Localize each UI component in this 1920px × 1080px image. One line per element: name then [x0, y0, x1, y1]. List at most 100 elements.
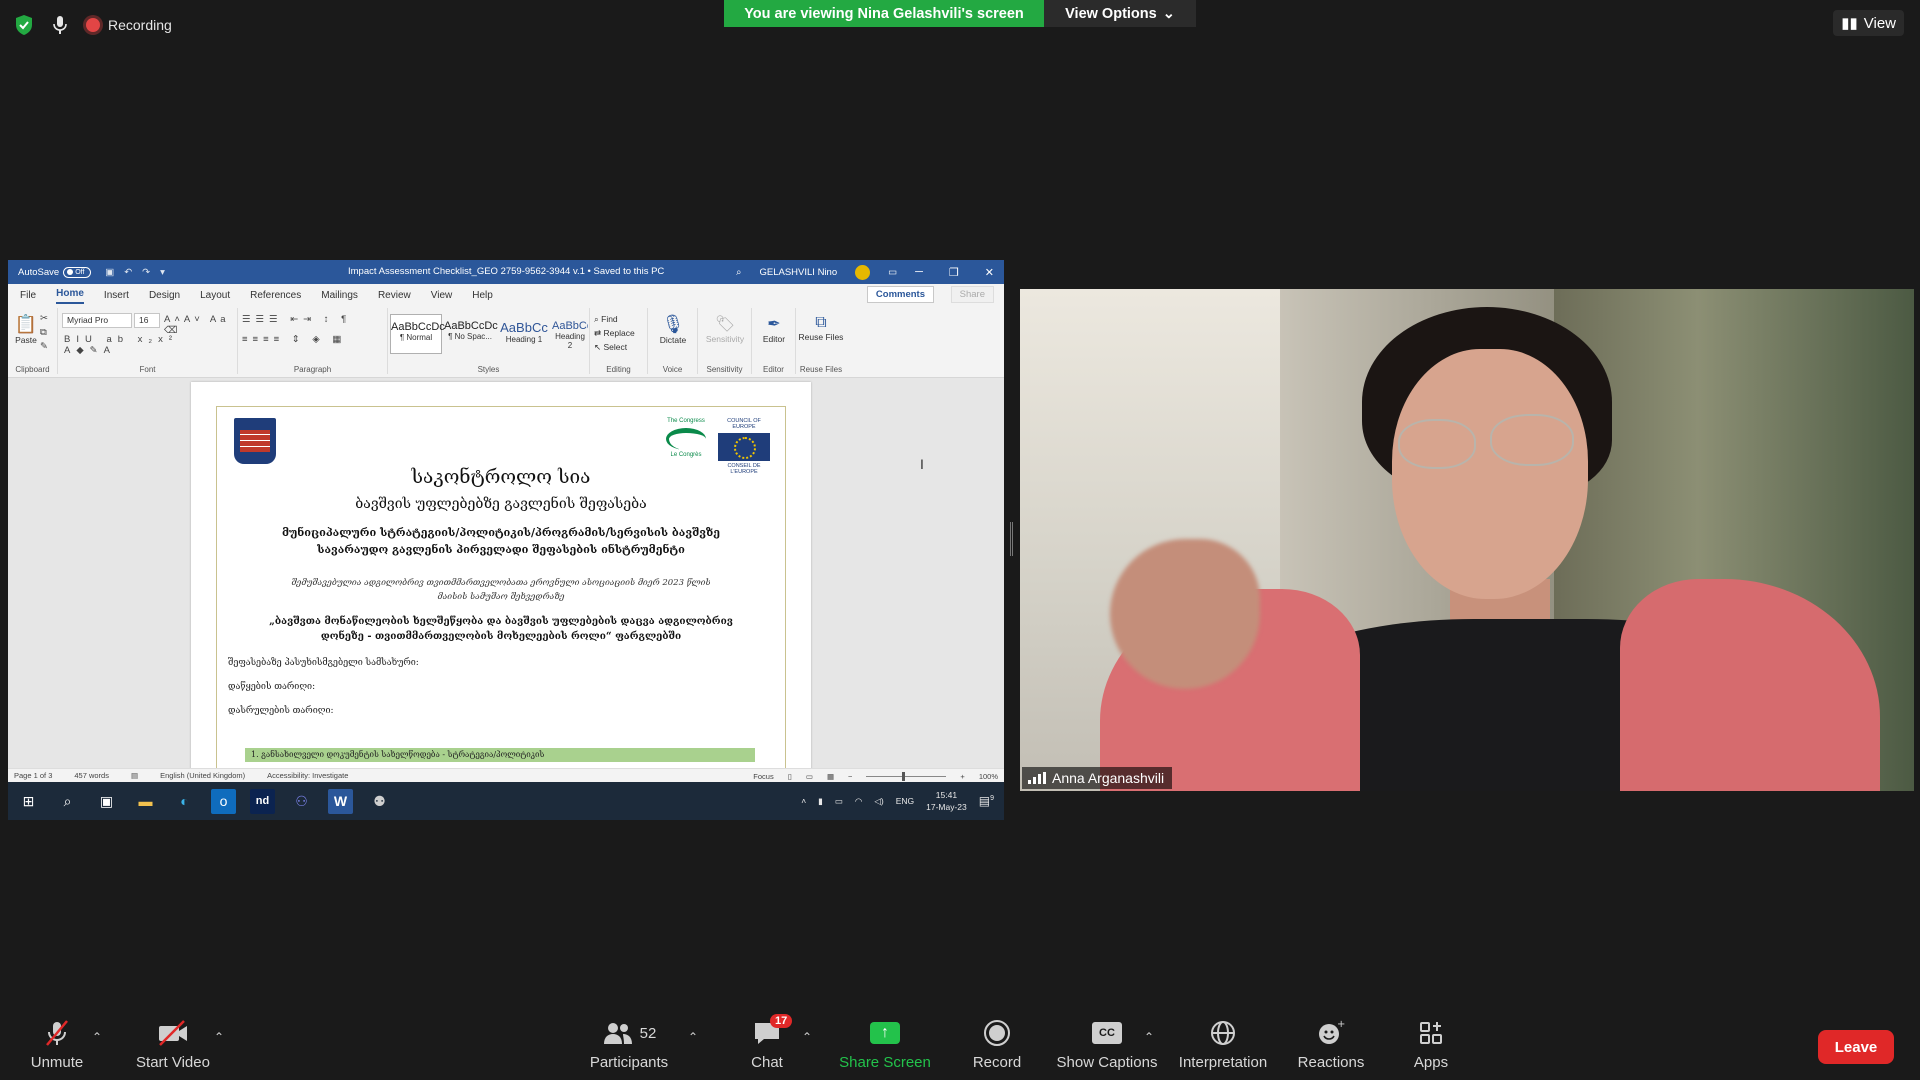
tab-help[interactable]: Help	[472, 290, 493, 304]
view-options-button[interactable]: View Options ⌄	[1044, 0, 1196, 27]
avatar[interactable]	[855, 264, 871, 280]
word-app-icon[interactable]: W	[328, 788, 353, 814]
proofing-icon[interactable]: ▤	[131, 771, 138, 780]
apps-button[interactable]: Apps	[1376, 1018, 1486, 1071]
paste-button[interactable]: 📋 Paste	[14, 314, 38, 345]
document-page[interactable]: The Congress Le Congrès COUNCIL OF EUROP…	[191, 382, 811, 786]
record-button[interactable]: Record	[942, 1018, 1052, 1071]
read-mode-icon[interactable]: ▯	[788, 772, 792, 781]
teams-icon[interactable]: ⚇	[289, 789, 314, 814]
chevron-up-icon[interactable]: ˄	[801, 796, 806, 806]
font-style-buttons[interactable]: BIU ab x₂x² A◆✎A	[64, 334, 237, 356]
tab-mailings[interactable]: Mailings	[321, 290, 358, 304]
tab-file[interactable]: File	[20, 290, 36, 304]
shared-screen[interactable]: AutoSave Off ▣ ↶ ↷ ▾ Impact Assessment C…	[8, 260, 1004, 820]
task-view-icon[interactable]: ▣	[94, 789, 119, 814]
autosave-switch[interactable]: Off	[63, 266, 92, 278]
outlook-icon[interactable]: o	[211, 788, 236, 814]
accessibility-status[interactable]: Accessibility: Investigate	[267, 771, 348, 780]
interpretation-button[interactable]: Interpretation	[1168, 1018, 1278, 1071]
splitter-handle[interactable]	[1010, 522, 1013, 556]
style-heading-2[interactable]: AaBbCcE Heading 2	[552, 314, 588, 354]
search-icon[interactable]: ⌕	[736, 267, 741, 278]
wifi-icon[interactable]: ◠	[855, 796, 862, 807]
dictate-button[interactable]: 🎙 Dictate	[652, 314, 694, 345]
comments-button[interactable]: Comments	[866, 286, 934, 303]
share-screen-button[interactable]: ↑ Share Screen	[830, 1018, 940, 1071]
reactions-button[interactable]: + Reactions	[1276, 1018, 1386, 1071]
unmute-button[interactable]: Unmute	[2, 1018, 112, 1071]
customize-icon[interactable]: ▾	[160, 267, 165, 278]
zoom-level[interactable]: 100%	[979, 772, 998, 781]
select-button[interactable]: ↖ Select	[594, 340, 635, 354]
alignment-buttons[interactable]: ≡≡≡≡ ⇕ ◈ ▦	[242, 334, 346, 345]
page-count[interactable]: Page 1 of 3	[14, 771, 52, 780]
print-layout-icon[interactable]: ▭	[806, 772, 813, 781]
ribbon-display-icon[interactable]: ▭	[888, 267, 897, 278]
focus-button[interactable]: Focus	[753, 772, 773, 781]
replace-button[interactable]: ⇄ Replace	[594, 326, 635, 340]
captions-chevron-icon[interactable]: ⌃	[1144, 1030, 1154, 1044]
restore-icon[interactable]: ❐	[949, 266, 959, 279]
font-size-select[interactable]: 16	[134, 313, 160, 328]
nd-app-icon[interactable]: nd	[250, 788, 275, 814]
participants-chevron-icon[interactable]: ⌃	[688, 1030, 698, 1044]
user-name[interactable]: GELASHVILI Nino	[760, 267, 838, 278]
web-layout-icon[interactable]: ▦	[827, 772, 834, 781]
chat-button[interactable]: 17 Chat	[712, 1014, 822, 1071]
zoom-slider[interactable]	[866, 771, 947, 781]
reuse-files-button[interactable]: ⧉ Reuse Files	[798, 314, 844, 342]
style-no-spacing[interactable]: AaBbCcDc ¶ No Spac...	[444, 314, 498, 354]
taskbar-clock[interactable]: 15:41 17-May-23	[926, 789, 967, 813]
view-button[interactable]: ▮▮ View	[1833, 10, 1904, 36]
copy-icon[interactable]: ⧉	[40, 326, 48, 340]
shield-icon[interactable]	[14, 14, 34, 36]
zoom-participants-icon[interactable]: ⚉	[367, 789, 392, 814]
tab-layout[interactable]: Layout	[200, 290, 230, 304]
volume-icon[interactable]: ◁)	[874, 796, 883, 807]
find-button[interactable]: ⌕ Find	[594, 312, 635, 326]
audio-options-chevron-icon[interactable]: ⌃	[92, 1030, 102, 1044]
file-explorer-icon[interactable]: ▬	[133, 789, 158, 814]
chat-chevron-icon[interactable]: ⌃	[802, 1030, 812, 1044]
search-icon[interactable]: ⌕	[55, 789, 80, 814]
battery-icon[interactable]: ▭	[835, 796, 843, 807]
close-icon[interactable]: ✕	[985, 266, 994, 279]
show-captions-button[interactable]: CC Show Captions	[1052, 1018, 1162, 1071]
word-share-button[interactable]: Share	[950, 286, 994, 303]
tab-insert[interactable]: Insert	[104, 290, 129, 304]
autosave-toggle[interactable]: AutoSave Off	[18, 266, 92, 278]
undo-icon[interactable]: ↶	[124, 267, 132, 278]
cut-icon[interactable]: ✂	[40, 312, 48, 326]
participants-button[interactable]: 52 Participants	[574, 1018, 684, 1071]
format-painter-icon[interactable]: ✎	[40, 340, 48, 354]
tab-home[interactable]: Home	[56, 288, 84, 304]
tab-references[interactable]: References	[250, 290, 301, 304]
word-count[interactable]: 457 words	[74, 771, 109, 780]
font-size-buttons[interactable]: A˄A˅ Aa ⌫	[164, 314, 237, 336]
redo-icon[interactable]: ↷	[142, 267, 150, 278]
windows-start-icon[interactable]: ⊞	[16, 789, 41, 814]
font-name-select[interactable]: Myriad Pro	[62, 313, 132, 328]
tab-view[interactable]: View	[431, 290, 453, 304]
notifications-icon[interactable]: ▤9	[979, 794, 994, 808]
style-heading-1[interactable]: AaBbCc Heading 1	[498, 314, 550, 354]
edge-browser-icon[interactable]: ◐	[172, 789, 197, 814]
zoom-out-icon[interactable]: −	[848, 772, 852, 781]
start-video-button[interactable]: Start Video	[118, 1018, 228, 1071]
document-canvas[interactable]: The Congress Le Congrès COUNCIL OF EUROP…	[8, 378, 1004, 786]
zoom-in-icon[interactable]: +	[960, 772, 964, 781]
style-normal[interactable]: AaBbCcDc ¶ Normal	[390, 314, 445, 354]
sensitivity-button[interactable]: 🏷 Sensitivity	[700, 314, 750, 344]
minimize-icon[interactable]: ─	[915, 266, 923, 279]
participant-video[interactable]: Anna Arganashvili	[1020, 289, 1914, 791]
microphone-tray-icon[interactable]: ▮	[818, 796, 823, 807]
video-options-chevron-icon[interactable]: ⌃	[214, 1030, 224, 1044]
input-language[interactable]: ENG	[896, 796, 914, 806]
save-icon[interactable]: ▣	[105, 267, 114, 278]
editor-button[interactable]: ✒ Editor	[754, 314, 794, 344]
leave-button[interactable]: Leave	[1818, 1030, 1894, 1064]
tab-review[interactable]: Review	[378, 290, 411, 304]
document-title[interactable]: Impact Assessment Checklist_GEO 2759-956…	[348, 266, 664, 277]
language-indicator[interactable]: English (United Kingdom)	[160, 771, 245, 780]
